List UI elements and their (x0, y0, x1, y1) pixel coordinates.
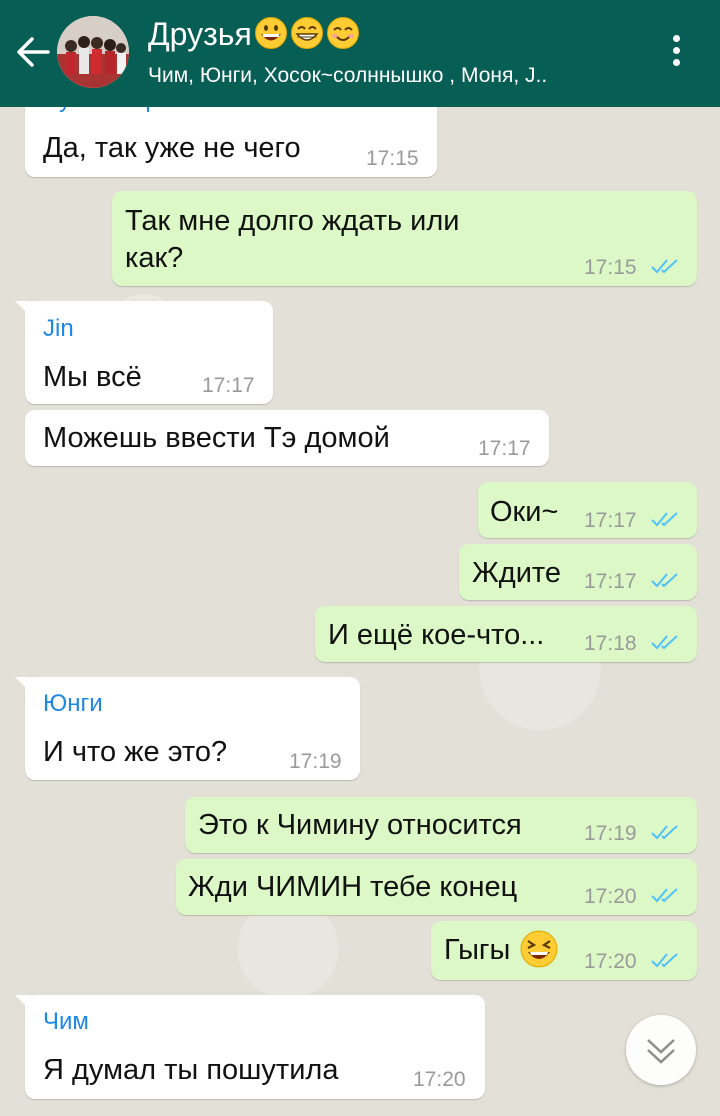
message-text: Я думал ты пошутила (43, 1054, 339, 1086)
message-bubble-incoming[interactable]: Юнги И что же это? 17:19 (15, 677, 360, 780)
message-time: 17:20 (413, 1068, 466, 1091)
message-time: 17:20 (584, 885, 637, 908)
message-bubble-incoming[interactable]: Jin Мы всё 17:17 (15, 301, 273, 404)
beaming-face-icon (290, 17, 323, 49)
arrow-left-icon (17, 37, 50, 67)
message-bubble-outgoing[interactable]: И ещё кое-что... 17:18 (315, 606, 697, 662)
message-time: 17:15 (584, 256, 637, 279)
group-avatar[interactable] (57, 16, 129, 88)
message-bubble-incoming[interactable]: Можешь ввести Тэ домой 17:17 (25, 410, 549, 466)
message-time: 17:19 (584, 822, 637, 845)
message-time: 17:17 (478, 437, 531, 460)
message-text: Это к Чимину относится (198, 809, 522, 841)
message-text: Можешь ввести Тэ домой (43, 422, 390, 454)
message-bubble-outgoing[interactable]: Оки~ 17:17 (478, 482, 697, 538)
chat-header: Друзья Чим, Юнги, Хосок~солннышко , Моня… (0, 0, 720, 107)
double-check-icon (651, 953, 678, 968)
message-text: Гыгы (444, 934, 511, 966)
double-check-icon (651, 573, 678, 588)
message-bubble-outgoing[interactable]: Это к Чимину относится 17:19 (185, 797, 697, 853)
double-chevron-down-icon (647, 1039, 675, 1064)
message-text: Оки~ (490, 496, 559, 528)
chat-participants[interactable]: Чим, Юнги, Хосок~солннышко , Моня, J.. (148, 64, 547, 88)
message-time: 17:15 (366, 147, 419, 170)
double-check-icon (651, 635, 678, 650)
message-time: 17:17 (584, 570, 637, 593)
group-photo-icon (57, 16, 129, 88)
message-bubble-outgoing[interactable]: Жди ЧИМИН тебе конец 17:20 (176, 859, 697, 915)
message-time: 17:20 (584, 950, 637, 973)
message-bubble-outgoing[interactable]: Гыгы 17:20 (431, 921, 697, 980)
double-check-icon (651, 888, 678, 903)
message-text: Мы всё (43, 361, 142, 393)
message-bubble-outgoing[interactable]: Ждите 17:17 (459, 544, 697, 600)
dot-icon (672, 47, 680, 54)
smiling-face-icon (326, 17, 359, 49)
bubble-tail (15, 677, 31, 693)
message-bubble-incoming[interactable]: Чим Я думал ты пошутила 17:20 (15, 995, 485, 1099)
message-time: 17:17 (584, 509, 637, 532)
chat-title-text: Друзья (148, 16, 252, 52)
sender-name: Юнги (43, 690, 103, 717)
dot-icon (672, 35, 680, 42)
bubble-tail (15, 301, 31, 317)
message-text: И ещё кое-что... (328, 619, 545, 651)
sender-name: Чим (43, 1008, 89, 1035)
message-text: Ждите (472, 557, 561, 589)
double-check-icon (651, 825, 678, 840)
message-text: И что же это? (43, 736, 228, 768)
message-bubble-outgoing[interactable]: Так мне долго ждать или как? 17:15 (112, 191, 697, 286)
back-button[interactable] (14, 30, 54, 74)
double-check-icon (651, 512, 678, 527)
bubble-tail (15, 995, 31, 1011)
message-time: 17:19 (289, 750, 342, 773)
message-time: 17:17 (202, 374, 255, 397)
grinning-face-icon (254, 17, 287, 49)
laughing-face-icon (520, 930, 558, 968)
message-text: Да, так уже не чего (43, 132, 301, 164)
message-text: Так мне долго ждать или как? (125, 205, 460, 274)
overflow-menu-button[interactable] (662, 30, 690, 76)
chat-title[interactable]: Друзья (148, 16, 360, 53)
double-check-icon (651, 259, 678, 274)
message-text: Жди ЧИМИН тебе конец (188, 871, 518, 903)
scroll-to-bottom-button[interactable] (626, 1015, 696, 1085)
sender-name: Jin (43, 315, 74, 342)
dot-icon (672, 59, 680, 66)
message-time: 17:18 (584, 632, 637, 655)
